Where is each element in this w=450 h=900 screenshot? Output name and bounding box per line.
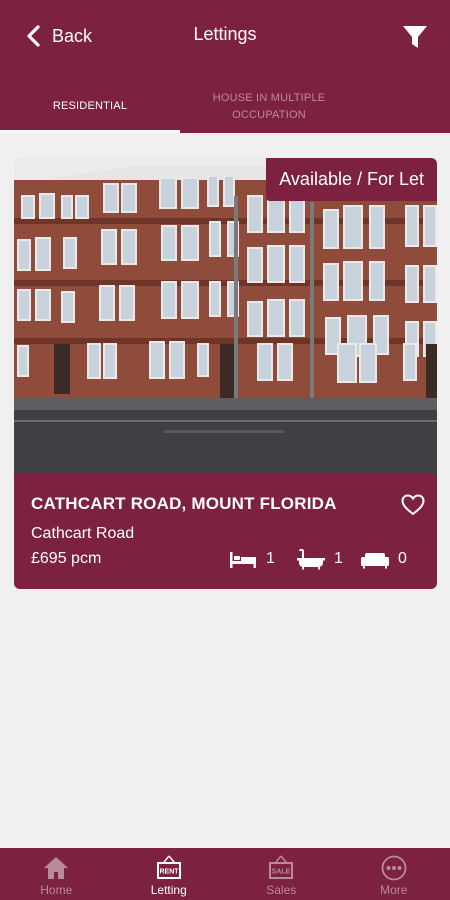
sale-sign-icon: SALE [269, 855, 294, 879]
heart-outline-icon[interactable] [400, 492, 426, 518]
nav-sales[interactable]: SALE Sales [225, 848, 338, 900]
sofa-icon [361, 553, 389, 569]
nav-home[interactable]: Home [0, 848, 113, 900]
bottom-navigation: Home RENT Letting SALE Sales More [0, 848, 450, 900]
bathrooms-count: 1 [334, 550, 343, 567]
property-photo [14, 158, 437, 474]
receptions-count: 0 [398, 550, 407, 567]
nav-letting-label: Letting [150, 883, 187, 897]
bedrooms-feature: 1 [228, 548, 275, 570]
home-icon [44, 857, 69, 879]
svg-text:RENT: RENT [159, 869, 179, 876]
nav-home-label: Home [40, 883, 73, 897]
svg-text:SALE: SALE [272, 869, 291, 876]
bed-icon [230, 552, 256, 568]
receptions-feature: 0 [360, 548, 407, 570]
bedrooms-count: 1 [266, 550, 275, 567]
app-header: Back Lettings RESIDENTIAL HOUSE IN MULTI… [0, 0, 450, 133]
page-title: Lettings [193, 24, 257, 44]
bathtub-icon [297, 548, 325, 570]
rent-sign-icon: RENT [156, 855, 181, 879]
nav-more[interactable]: More [338, 848, 450, 900]
listing-price: £695 pcm [31, 550, 102, 567]
top-bar: Back Lettings [0, 0, 450, 72]
filter-icon[interactable] [400, 22, 430, 52]
tab-residential[interactable]: RESIDENTIAL [0, 80, 180, 133]
listing-title: CATHCART ROAD, MOUNT FLORIDA [31, 494, 337, 513]
status-badge: Available / For Let [266, 158, 437, 201]
nav-letting[interactable]: RENT Letting [113, 848, 226, 900]
bathrooms-feature: 1 [296, 548, 343, 570]
tab-bar: RESIDENTIAL HOUSE IN MULTIPLE OCCUPATION [0, 80, 450, 133]
nav-sales-label: Sales [266, 883, 297, 897]
nav-more-label: More [380, 883, 408, 897]
listing-card[interactable]: Available / For Let CATHCART ROAD, MOUNT… [14, 158, 437, 589]
listing-street: Cathcart Road [31, 525, 135, 542]
active-tab-indicator [0, 130, 180, 133]
more-dots-icon [381, 855, 407, 881]
tab-house-in-multiple-occupation[interactable]: HOUSE IN MULTIPLE OCCUPATION [180, 80, 358, 133]
